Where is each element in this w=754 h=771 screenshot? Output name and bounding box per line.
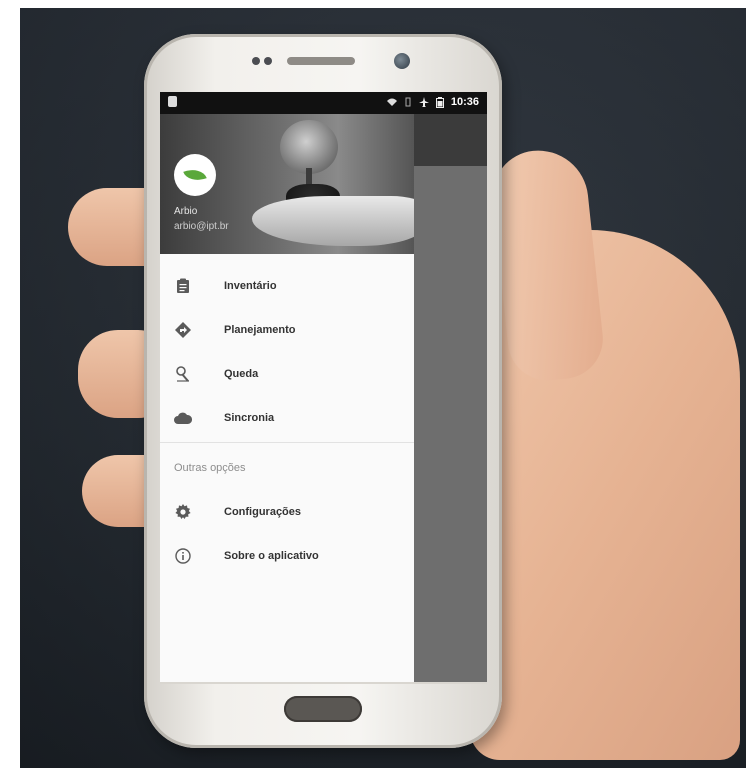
earpiece-speaker: [287, 57, 355, 65]
clipboard-icon: [174, 277, 192, 295]
menu-item-planejamento[interactable]: Planejamento: [160, 308, 414, 352]
status-bar: 10:36: [160, 92, 487, 114]
app-toolbar-behind: [414, 114, 487, 166]
home-button[interactable]: [284, 696, 362, 722]
phone-screen: 10:36 Arbio arbio@ipt.br Inventário Plan…: [160, 92, 487, 682]
navigation-drawer: Arbio arbio@ipt.br Inventário Planejamen…: [160, 114, 414, 682]
menu-divider: [160, 442, 414, 443]
menu-item-queda[interactable]: Queda: [160, 352, 414, 396]
airplane-icon: [418, 97, 429, 107]
menu-item-label: Configurações: [224, 506, 302, 518]
light-sensor: [264, 57, 272, 65]
info-icon: [174, 547, 192, 565]
header-tree-image: [280, 120, 338, 174]
directions-icon: [174, 321, 192, 339]
leaf-logo-icon: [183, 165, 207, 185]
tree-fall-icon: [174, 365, 192, 383]
front-camera: [394, 53, 410, 69]
section-title-other-options: Outras opções: [174, 462, 246, 474]
cloud-icon: [174, 409, 192, 427]
battery-icon: [435, 97, 445, 108]
clock-time: 10:36: [450, 96, 479, 108]
user-email: arbio@ipt.br: [174, 221, 229, 232]
secondary-menu: Configurações Sobre o aplicativo: [160, 490, 414, 578]
notification-icon: [168, 96, 177, 107]
menu-item-label: Inventário: [224, 280, 277, 292]
menu-item-label: Queda: [224, 368, 259, 380]
menu-item-label: Sincronia: [224, 412, 275, 424]
avatar[interactable]: [174, 154, 216, 196]
menu-item-configuracoes[interactable]: Configurações: [160, 490, 414, 534]
menu-item-sincronia[interactable]: Sincronia: [160, 396, 414, 440]
screen-bottom-edge: [160, 682, 487, 684]
user-name: Arbio: [174, 206, 198, 217]
menu-item-inventario[interactable]: Inventário: [160, 264, 414, 308]
gear-icon: [174, 503, 192, 521]
cupped-hands-image: [252, 196, 414, 246]
menu-item-label: Planejamento: [224, 324, 296, 336]
primary-menu: Inventário Planejamento Queda Sincronia: [160, 264, 414, 440]
proximity-sensor: [252, 57, 260, 65]
menu-item-sobre[interactable]: Sobre o aplicativo: [160, 534, 414, 578]
wifi-icon: [386, 97, 397, 107]
vibrate-icon: [403, 97, 413, 107]
menu-item-label: Sobre o aplicativo: [224, 550, 319, 562]
drawer-header: Arbio arbio@ipt.br: [160, 114, 414, 254]
